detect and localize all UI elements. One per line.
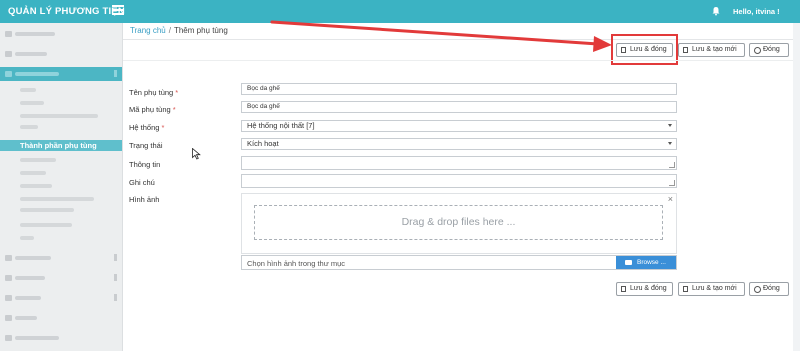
annotation-arrow	[270, 20, 612, 52]
mouse-cursor-icon	[192, 148, 201, 160]
